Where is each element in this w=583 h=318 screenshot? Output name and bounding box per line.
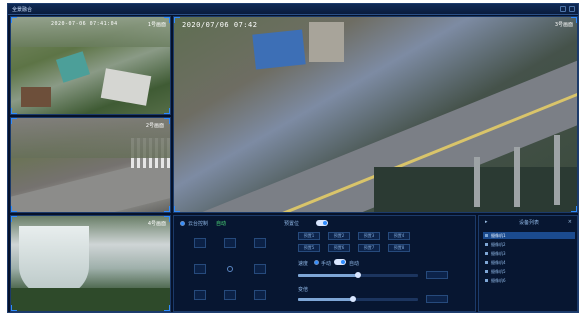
corner-mark (571, 17, 577, 23)
auto-label: 自动 (216, 221, 227, 227)
camera-item-label: 摄像机3 (491, 251, 506, 256)
window-title: 全景融合 (12, 7, 33, 13)
waterfall (19, 226, 89, 296)
ptz-right-button[interactable] (254, 264, 266, 274)
mode-manual-radio[interactable] (314, 260, 319, 265)
ptz-down-left-button[interactable] (194, 290, 206, 300)
ptz-left-button[interactable] (194, 264, 206, 274)
list-close-icon[interactable]: × (568, 219, 572, 225)
mode-auto-label: 自动 (349, 261, 360, 267)
ptz-up-left-button[interactable] (194, 238, 206, 248)
corner-mark (164, 305, 170, 311)
corner-mark (11, 216, 17, 222)
trees (11, 288, 170, 311)
video-pane-4[interactable]: 4号画面 (10, 215, 171, 312)
camera-icon (485, 261, 488, 264)
camera-icon (485, 279, 488, 282)
camera-list-title: 设备列表 (519, 220, 540, 226)
preset-button-6[interactable]: 预置6 (328, 244, 350, 252)
camera-list-item[interactable]: 摄像机5 (483, 268, 575, 275)
camera-item-label: 摄像机6 (491, 278, 506, 283)
camera-item-label: 摄像机1 (491, 233, 506, 238)
preset-button-7[interactable]: 预置7 (358, 244, 380, 252)
corner-mark (164, 17, 170, 23)
pane-timestamp: 2020-07-06 07:41:04 (51, 21, 118, 27)
bridge-pier (514, 147, 520, 207)
ptz-control-panel: 云台控制 自动 预置位 预置1 预置2 预置3 预置4 预置5 预置6 预置7 … (173, 215, 476, 312)
camera-list-item[interactable]: 摄像机6 (483, 277, 575, 284)
ptz-radio[interactable] (180, 221, 185, 226)
speed-slider[interactable] (298, 272, 418, 278)
corner-mark (164, 118, 170, 124)
camera-list-item[interactable]: 摄像机2 (483, 241, 575, 248)
ptz-down-button[interactable] (224, 290, 236, 300)
camera-list-item[interactable]: 摄像机4 (483, 259, 575, 266)
corner-mark (11, 17, 17, 23)
main-timestamp: 2020/07/06 07:42 (182, 21, 258, 29)
speed-label: 速度 (298, 261, 309, 267)
window-controls (560, 6, 575, 12)
zoom-slider-fill (298, 298, 353, 301)
camera-icon (485, 270, 488, 273)
corner-mark (11, 108, 17, 114)
speed-stepper[interactable] (426, 271, 448, 279)
corner-mark (11, 206, 17, 212)
ptz-up-button[interactable] (224, 238, 236, 248)
camera-item-label: 摄像机5 (491, 269, 506, 274)
corner-mark (571, 206, 577, 212)
camera-item-label: 摄像机4 (491, 260, 506, 265)
blue-roof-building (252, 29, 306, 70)
building-roof (100, 68, 152, 106)
preset-toggle[interactable] (316, 220, 328, 226)
corner-mark (164, 216, 170, 222)
camera-list-item[interactable]: 摄像机1 (483, 232, 575, 239)
camera-icon (485, 252, 488, 255)
minimize-icon[interactable] (560, 6, 566, 12)
preset-button-8[interactable]: 预置8 (388, 244, 410, 252)
corner-mark (11, 305, 17, 311)
zoom-stepper[interactable] (426, 295, 448, 303)
camera-icon (485, 243, 488, 246)
zoom-label: 变倍 (298, 287, 309, 293)
zoom-slider-knob[interactable] (350, 296, 356, 302)
camera-label: 2号画面 (145, 123, 164, 129)
preset-title: 预置位 (284, 221, 300, 227)
monitoring-app: 全景融合 2020-07-06 07:41:04 1号画面 2号画面 2020/… (7, 3, 579, 313)
building-roof (21, 87, 51, 107)
bridge-pier (554, 135, 560, 205)
speed-slider-fill (298, 274, 358, 277)
mode-manual-label: 手动 (321, 261, 332, 267)
corner-mark (164, 206, 170, 212)
mode-toggle[interactable] (334, 259, 346, 265)
camera-list-item[interactable]: 摄像机3 (483, 250, 575, 257)
corner-mark (174, 206, 180, 212)
bridge-pier (474, 157, 480, 207)
preset-button-4[interactable]: 预置4 (388, 232, 410, 240)
ptz-up-right-button[interactable] (254, 238, 266, 248)
list-collapse-icon[interactable]: ▸ (485, 219, 488, 225)
video-pane-main[interactable]: 2020/07/06 07:42 3号画面 (173, 16, 578, 213)
preset-button-5[interactable]: 预置5 (298, 244, 320, 252)
preset-button-2[interactable]: 预置2 (328, 232, 350, 240)
video-pane-1[interactable]: 2020-07-06 07:41:04 1号画面 (10, 16, 171, 115)
preset-button-3[interactable]: 预置3 (358, 232, 380, 240)
camera-list-panel: ▸ 设备列表 × 摄像机1 摄像机2 摄像机3 摄像机4 摄像机5 摄像机6 (478, 215, 578, 312)
ptz-title: 云台控制 (188, 221, 209, 227)
speed-slider-knob[interactable] (355, 272, 361, 278)
video-pane-2[interactable]: 2号画面 (10, 117, 171, 213)
camera-item-label: 摄像机2 (491, 242, 506, 247)
corner-mark (164, 108, 170, 114)
title-bar: 全景融合 (8, 4, 578, 15)
camera-icon (485, 234, 488, 237)
ptz-center-icon[interactable] (227, 266, 233, 272)
building (309, 22, 344, 62)
preset-button-1[interactable]: 预置1 (298, 232, 320, 240)
corner-mark (11, 118, 17, 124)
ptz-down-right-button[interactable] (254, 290, 266, 300)
pool-area (55, 51, 91, 83)
corner-mark (174, 17, 180, 23)
zoom-slider[interactable] (298, 296, 418, 302)
close-icon[interactable] (569, 6, 575, 12)
